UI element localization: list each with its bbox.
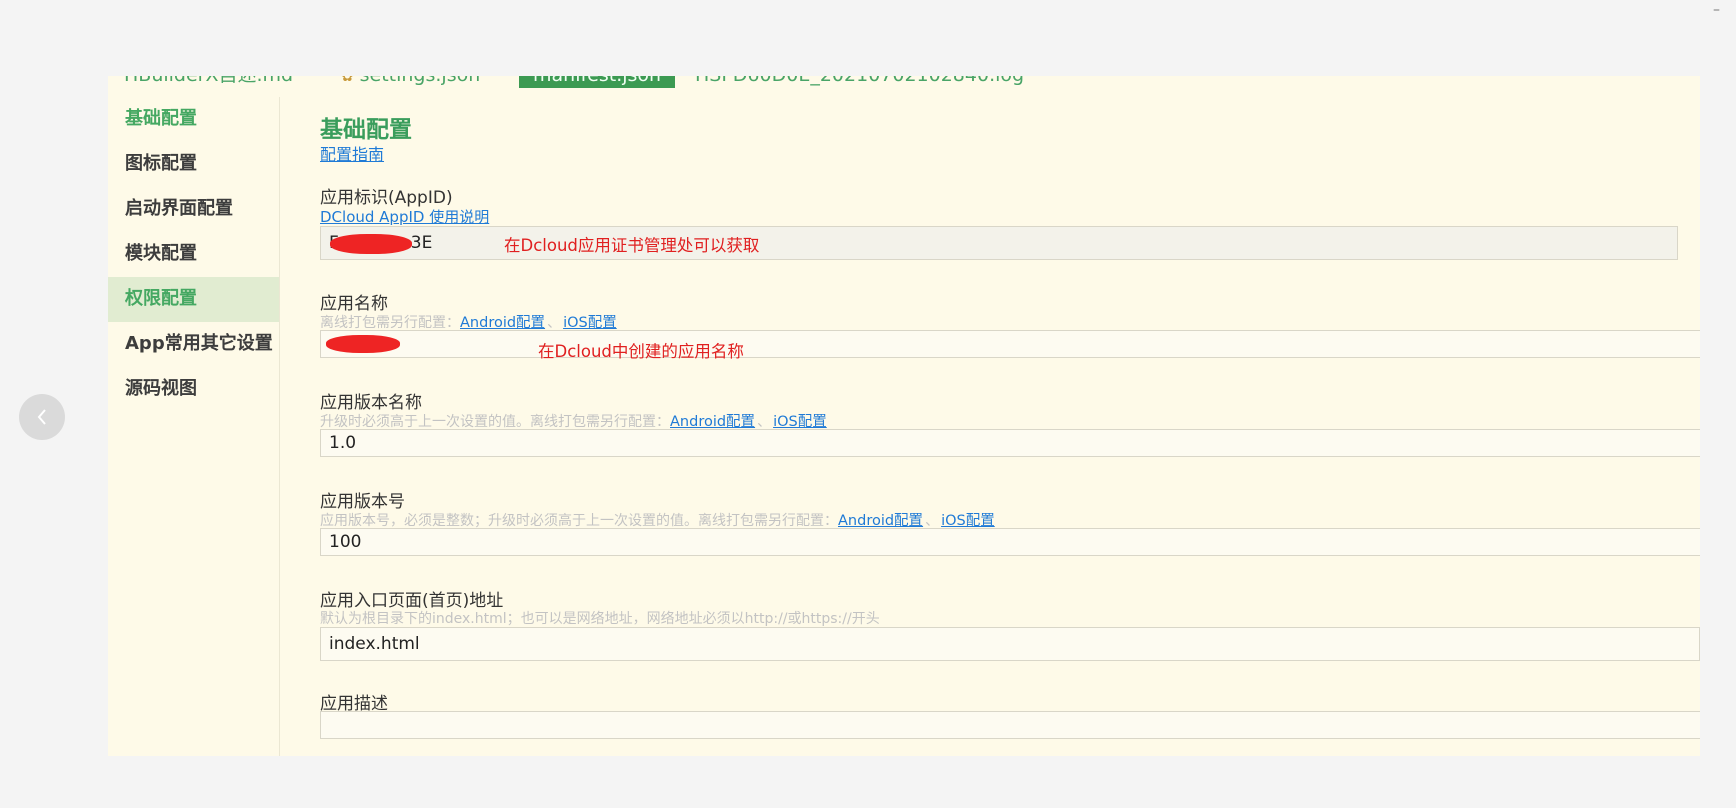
sidebar-item-icon[interactable]: 图标配置 bbox=[108, 142, 279, 187]
chevron-left-icon bbox=[37, 409, 46, 425]
ios-config-link[interactable]: iOS配置 bbox=[941, 513, 995, 529]
separator: 、 bbox=[925, 513, 940, 529]
separator: 、 bbox=[547, 315, 562, 331]
app-name-annotation: 在Dcloud中创建的应用名称 bbox=[538, 342, 744, 361]
redaction-mark bbox=[326, 335, 400, 353]
page-title: 基础配置 bbox=[320, 117, 412, 143]
sidebar-item-modules[interactable]: 模块配置 bbox=[108, 232, 279, 277]
config-form: 基础配置 配置指南 应用标识(AppID) DCloud AppID 使用说明 … bbox=[320, 76, 1700, 756]
tab-label: HBuilderX自述.md bbox=[124, 76, 293, 86]
editor-frame: HBuilderX自述.md ✿ settings.json manifest.… bbox=[108, 76, 1700, 756]
app-name-input[interactable] bbox=[320, 330, 1700, 358]
sidebar-item-permissions[interactable]: 权限配置 bbox=[108, 277, 279, 322]
sidebar: 基础配置 图标配置 启动界面配置 模块配置 权限配置 App常用其它设置 源码视… bbox=[108, 97, 280, 756]
entry-page-value: index.html bbox=[329, 634, 420, 654]
guide-link[interactable]: 配置指南 bbox=[320, 141, 384, 165]
version-code-value: 100 bbox=[329, 532, 362, 552]
entry-page-input[interactable]: index.html bbox=[320, 627, 1700, 661]
version-name-input[interactable]: 1.0 bbox=[320, 429, 1700, 457]
window-minimize-button[interactable]: – bbox=[1713, 2, 1720, 18]
separator: 、 bbox=[757, 414, 772, 430]
hint-text: 升级时必须高于上一次设置的值。离线打包需另行配置： bbox=[320, 414, 670, 430]
appid-help-link[interactable]: DCloud AppID 使用说明 bbox=[320, 206, 489, 227]
hint-text: 应用版本号，必须是整数；升级时必须高于上一次设置的值。离线打包需另行配置： bbox=[320, 513, 838, 529]
version-name-hint: 升级时必须高于上一次设置的值。离线打包需另行配置：Android配置、 iOS配置 bbox=[320, 410, 827, 431]
sidebar-item-source-view[interactable]: 源码视图 bbox=[108, 367, 279, 412]
version-code-input[interactable]: 100 bbox=[320, 528, 1700, 556]
sidebar-item-other-settings[interactable]: App常用其它设置 bbox=[108, 322, 279, 367]
app-name-hint: 离线打包需另行配置：Android配置、 iOS配置 bbox=[320, 311, 617, 332]
description-input[interactable] bbox=[320, 711, 1700, 739]
sidebar-item-splash[interactable]: 启动界面配置 bbox=[108, 187, 279, 232]
back-button[interactable] bbox=[19, 394, 65, 440]
hint-text: 离线打包需另行配置： bbox=[320, 315, 460, 331]
entry-page-hint: 默认为根目录下的index.html；也可以是网络地址，网络地址必须以http:… bbox=[320, 611, 880, 627]
version-code-hint: 应用版本号，必须是整数；升级时必须高于上一次设置的值。离线打包需另行配置：And… bbox=[320, 509, 995, 530]
android-config-link[interactable]: Android配置 bbox=[838, 513, 923, 529]
android-config-link[interactable]: Android配置 bbox=[460, 315, 545, 331]
appid-label: 应用标识(AppID) bbox=[320, 188, 453, 208]
appid-annotation: 在Dcloud应用证书管理处可以获取 bbox=[504, 236, 760, 255]
ios-config-link[interactable]: iOS配置 bbox=[773, 414, 827, 430]
sidebar-item-basic[interactable]: 基础配置 bbox=[108, 97, 279, 142]
appid-value: 3E bbox=[410, 233, 433, 253]
android-config-link[interactable]: Android配置 bbox=[670, 414, 755, 430]
ios-config-link[interactable]: iOS配置 bbox=[563, 315, 617, 331]
version-name-value: 1.0 bbox=[329, 433, 357, 453]
redaction-mark bbox=[330, 234, 412, 254]
tab-readme[interactable]: HBuilderX自述.md bbox=[124, 76, 293, 88]
